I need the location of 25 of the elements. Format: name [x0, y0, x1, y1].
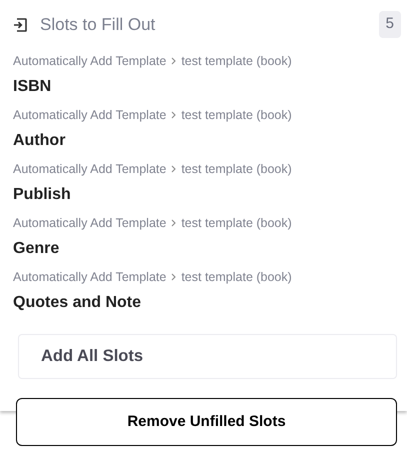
add-all-button[interactable]: Add All Slots — [18, 334, 397, 379]
chevron-icon — [171, 57, 176, 66]
slot-name: Quotes and Note — [13, 292, 142, 313]
slot-name: Genre — [13, 238, 60, 259]
panel-title: Slots to Fill Out — [40, 14, 156, 36]
breadcrumb-text: Automatically Add Template — [13, 161, 166, 178]
breadcrumb-text: Automatically Add Template — [13, 269, 166, 286]
login-icon — [12, 16, 28, 32]
breadcrumb-text: test template (book) — [181, 215, 292, 232]
breadcrumb-text: Automatically Add Template — [13, 107, 166, 124]
count-badge: 5 — [378, 11, 401, 38]
breadcrumb-text: test template (book) — [181, 53, 292, 70]
slot-name: Author — [13, 130, 66, 151]
chevron-icon — [171, 273, 176, 282]
slot-name: Publish — [13, 184, 72, 205]
slot-name: ISBN — [13, 76, 52, 97]
chevron-icon — [171, 111, 176, 120]
breadcrumb-text: test template (book) — [181, 107, 292, 124]
chevron-icon — [171, 219, 176, 228]
breadcrumb-text: test template (book) — [181, 269, 292, 286]
remove-button[interactable]: Remove Unfilled Slots — [16, 398, 397, 446]
breadcrumb-text: test template (book) — [181, 161, 292, 178]
breadcrumb-text: Automatically Add Template — [13, 53, 166, 70]
chevron-icon — [171, 165, 176, 174]
breadcrumb-text: Automatically Add Template — [13, 215, 166, 232]
